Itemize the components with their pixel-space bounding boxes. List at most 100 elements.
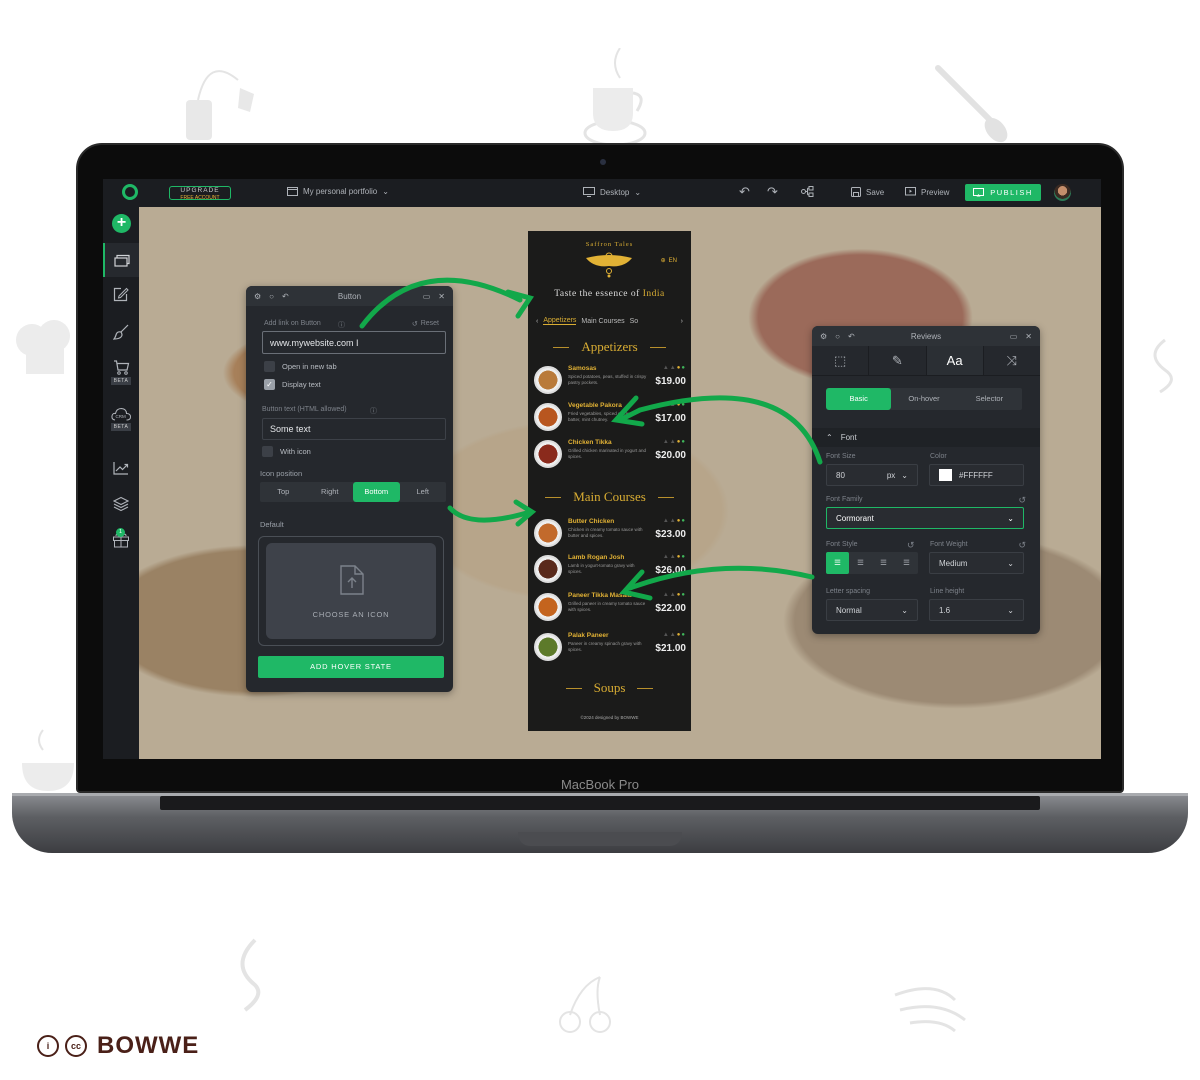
dock-icon[interactable]: ▭ [423, 292, 431, 301]
search-icon[interactable]: ○ [269, 292, 274, 301]
section-title-main-courses: Main Courses [528, 489, 691, 505]
reset-icon[interactable]: ↺ [1018, 540, 1026, 551]
add-element-button[interactable]: + [112, 214, 131, 233]
close-icon[interactable]: ✕ [1025, 332, 1032, 341]
font-family-select[interactable]: Cormorant ⌄ [826, 507, 1024, 529]
upgrade-button[interactable]: UPGRADE FREE ACCOUNT [169, 186, 231, 201]
icon-position-left[interactable]: Left [400, 482, 447, 502]
icon-position-bottom[interactable]: Bottom [353, 482, 400, 502]
font-family-label: Font Family [826, 496, 863, 503]
state-basic[interactable]: Basic [826, 388, 892, 410]
line-height-select[interactable]: 1.6 ⌄ [929, 599, 1024, 621]
reset-icon[interactable]: ↺ [907, 540, 915, 551]
preview-button[interactable]: Preview [905, 187, 949, 197]
default-label: Default [260, 520, 284, 529]
back-icon[interactable]: ↶ [848, 332, 855, 341]
sitemap-button[interactable] [801, 186, 814, 197]
user-avatar[interactable] [1054, 184, 1071, 201]
menu-dish[interactable]: Butter Chicken Chicken in creamy tomato s… [534, 517, 686, 549]
reset-button[interactable]: ↺ Reset [412, 320, 439, 328]
display-text-checkbox[interactable]: ✓ Display text [264, 379, 321, 390]
settings-icon[interactable]: ⚙ [820, 332, 827, 341]
letter-spacing-label: Letter spacing [826, 588, 870, 595]
cc-by-attribution-icon: i [37, 1035, 59, 1057]
close-icon[interactable]: ✕ [438, 292, 445, 301]
undo-button[interactable]: ↶ [739, 184, 750, 200]
choose-icon-button[interactable]: CHOOSE AN ICON [266, 543, 436, 639]
open-new-tab-checkbox[interactable]: Open in new tab [264, 361, 337, 372]
layout-icon: ⬚ [833, 352, 847, 368]
font-size-label: Font Size [826, 453, 856, 460]
menu-dish[interactable]: Vegetable Pakora Fried vegetables, spiced… [534, 401, 686, 433]
sidebar-item-analytics[interactable] [103, 461, 139, 475]
project-selector[interactable]: My personal portfolio ⌄ [287, 187, 389, 196]
sidebar-item-gifts[interactable]: 1 [103, 528, 139, 553]
add-hover-state-button[interactable]: ADD HOVER STATE [258, 656, 444, 678]
button-text-input[interactable]: Some text [262, 418, 446, 440]
dish-description: Spiced potatoes, peas, stuffed in crispy… [568, 374, 647, 385]
state-selector[interactable]: Selector [957, 388, 1022, 410]
stage: MacBook Pro UPGRADE FREE ACCOUNT My pers… [0, 0, 1200, 1080]
menu-dish[interactable]: Lamb Rogan Josh Lamb in yogurt-tomato gra… [534, 553, 686, 585]
menu-tab-appetizers[interactable]: Appetizers [543, 317, 577, 325]
reset-icon[interactable]: ↺ [1018, 495, 1026, 506]
menu-dish[interactable]: Paneer Tikka Masala Grilled paneer in cre… [534, 591, 686, 623]
align-center-icon[interactable]: ☰ [849, 552, 872, 574]
choose-icon-label: CHOOSE AN ICON [312, 609, 390, 619]
sidebar-item-edit[interactable] [103, 287, 139, 302]
state-on-hover[interactable]: On-hover [891, 388, 956, 410]
floppy-icon [851, 187, 861, 197]
dish-description: Paneer in creamy spinach gravy with spic… [568, 641, 642, 652]
color-picker[interactable]: #FFFFFF [929, 464, 1024, 486]
left-sidebar: + BETA CRM BETA 1 [103, 207, 139, 759]
menu-page-preview[interactable]: Saffron Tales ⊕ EN Taste the essence of I… [528, 231, 691, 731]
link-input[interactable]: www.mywebsite.com I [262, 331, 446, 354]
publish-button[interactable]: PUBLISH [965, 184, 1041, 201]
app-logo[interactable] [122, 184, 138, 200]
search-icon[interactable]: ○ [835, 332, 840, 341]
menu-tab-main-courses[interactable]: Main Courses [581, 318, 624, 325]
device-selector[interactable]: Desktop ⌄ [583, 187, 641, 197]
with-icon-checkbox[interactable]: With icon [262, 446, 311, 457]
dock-icon[interactable]: ▭ [1010, 332, 1018, 341]
dish-description: Chicken in creamy tomato sauce with butt… [568, 527, 643, 538]
menu-dish[interactable]: Palak Paneer Paneer in creamy spinach gra… [534, 631, 686, 663]
tab-interactions[interactable]: ⤨ [984, 346, 1040, 375]
tab-typography[interactable]: Aa [926, 346, 984, 375]
chevron-right-icon[interactable]: › [681, 318, 683, 325]
settings-icon[interactable]: ⚙ [254, 292, 261, 301]
font-section-toggle[interactable]: ⌃ Font [812, 428, 1040, 447]
dish-name: Samosas [568, 365, 597, 372]
menu-dish[interactable]: Chicken Tikka Grilled chicken marinated i… [534, 438, 686, 470]
back-icon[interactable]: ↶ [282, 292, 289, 301]
sidebar-item-layers[interactable] [103, 496, 139, 512]
coffee-cup-doodle-icon [583, 48, 647, 147]
align-justify-icon[interactable]: ☰ [895, 552, 918, 574]
font-weight-select[interactable]: Medium ⌄ [929, 552, 1024, 574]
state-segmented: Basic On-hover Selector [826, 388, 1022, 410]
sidebar-item-shop[interactable]: BETA [103, 360, 139, 385]
language-switcher[interactable]: ⊕ EN [661, 257, 677, 265]
icon-position-right[interactable]: Right [307, 482, 354, 502]
link-label: Add link on Button [264, 320, 321, 327]
sidebar-item-crm[interactable]: CRM BETA [103, 407, 139, 431]
align-right-icon[interactable]: ☰ [872, 552, 895, 574]
letter-spacing-select[interactable]: Normal ⌄ [826, 599, 918, 621]
redo-button[interactable]: ↷ [767, 184, 778, 200]
sidebar-item-design[interactable] [103, 324, 139, 340]
sidebar-item-pages[interactable] [103, 243, 139, 277]
menu-tab-soups[interactable]: So [630, 318, 639, 325]
menu-tagline: Taste the essence of India [528, 289, 691, 299]
tab-design[interactable]: ✎ [869, 346, 927, 375]
device-label: Desktop [600, 187, 630, 197]
tab-layout[interactable]: ⬚ [812, 346, 870, 375]
sitemap-icon [801, 186, 814, 197]
menu-dish[interactable]: Samosas Spiced potatoes, peas, stuffed in… [534, 364, 686, 396]
save-button[interactable]: Save [851, 187, 884, 197]
align-left-icon[interactable]: ☰ [826, 552, 849, 574]
chevron-left-icon[interactable]: ‹ [536, 318, 538, 325]
shuffle-icon: ⤨ [1006, 352, 1018, 368]
font-size-input[interactable]: 80 px ⌄ [826, 464, 918, 486]
brush-icon [113, 324, 129, 340]
icon-position-top[interactable]: Top [260, 482, 307, 502]
